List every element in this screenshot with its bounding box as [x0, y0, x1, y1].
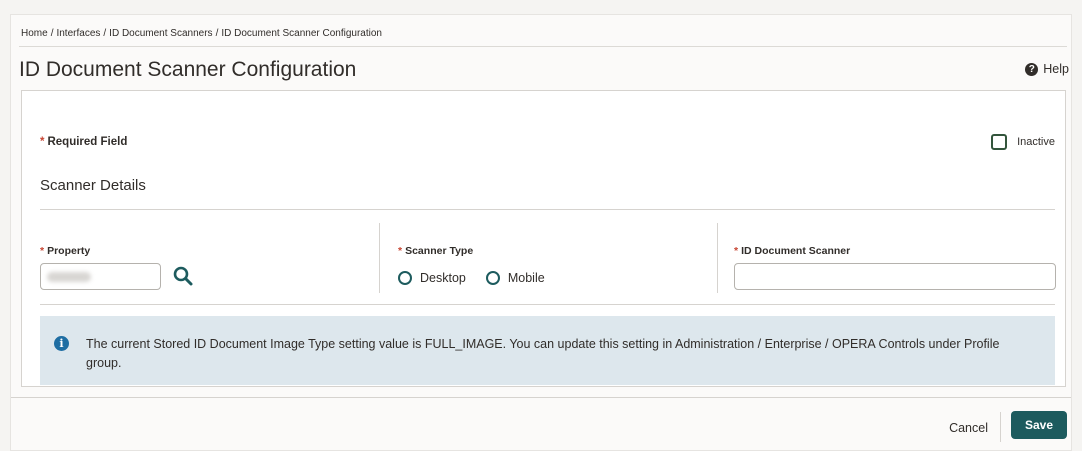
page-container: Home / Interfaces / ID Document Scanners / ID … — [10, 14, 1072, 451]
scanner-type-radio-group: Desktop Mobile — [398, 271, 565, 285]
section-divider — [40, 209, 1055, 210]
help-link[interactable]: ? Help — [1025, 62, 1069, 76]
footer-divider — [11, 397, 1071, 398]
help-circle-icon: ? — [1025, 62, 1039, 76]
info-message-box: i The current Stored ID Document Image T… — [40, 316, 1055, 385]
page-title: ID Document Scanner Configuration — [19, 58, 357, 81]
radio-desktop-label: Desktop — [420, 271, 466, 285]
radio-desktop[interactable] — [398, 271, 412, 285]
breadcrumb-id-document-scanners[interactable]: ID Document Scanners — [109, 28, 212, 39]
info-message: The current Stored ID Document Image Typ… — [86, 337, 1000, 370]
breadcrumb-home[interactable]: Home — [21, 28, 48, 39]
id-document-scanner-input[interactable] — [734, 263, 1056, 290]
breadcrumb-divider — [19, 46, 1067, 47]
breadcrumb-separator: / — [103, 28, 107, 39]
property-input[interactable] — [40, 263, 161, 290]
property-label: * Property — [40, 245, 90, 257]
required-field-note: * Required Field — [40, 136, 127, 148]
info-divider — [40, 304, 1055, 305]
breadcrumb: Home / Interfaces / ID Document Scanners / ID … — [21, 28, 382, 39]
property-value-redacted — [47, 272, 91, 282]
property-label-text: Property — [47, 245, 91, 257]
required-star: * — [734, 245, 739, 257]
radio-mobile[interactable] — [485, 271, 500, 285]
scanner-type-desktop-option[interactable]: Desktop — [398, 271, 466, 285]
help-label: Help — [1043, 62, 1069, 76]
section-title: Scanner Details — [40, 177, 146, 194]
id-document-scanner-label: * ID Document Scanner — [734, 245, 850, 257]
scanner-type-label: * Scanner Type — [398, 245, 473, 257]
required-star: * — [40, 136, 45, 148]
info-icon: i — [54, 336, 69, 351]
cancel-button[interactable]: Cancel — [949, 421, 988, 435]
column-divider — [717, 223, 718, 293]
search-icon[interactable] — [172, 265, 194, 287]
required-star: * — [40, 245, 45, 257]
radio-mobile-label: Mobile — [507, 271, 545, 285]
scanner-type-label-text: Scanner Type — [405, 245, 474, 257]
inactive-label: Inactive — [1017, 136, 1055, 148]
breadcrumb-interfaces[interactable]: Interfaces — [56, 28, 100, 39]
column-divider — [379, 223, 380, 293]
inactive-checkbox-box[interactable] — [991, 134, 1008, 150]
id-document-scanner-label-text: ID Document Scanner — [741, 245, 851, 257]
breadcrumb-current: ID Document Scanner Configuration — [221, 28, 382, 39]
save-button[interactable]: Save — [1011, 411, 1067, 439]
required-star: * — [398, 245, 403, 257]
scanner-type-mobile-option[interactable]: Mobile — [485, 271, 545, 285]
required-note-label: Required Field — [47, 136, 128, 148]
configuration-card: * Required Field Inactive Scanner Details… — [21, 90, 1066, 387]
footer-button-divider — [1000, 412, 1001, 442]
inactive-checkbox[interactable]: Inactive — [991, 134, 1055, 150]
